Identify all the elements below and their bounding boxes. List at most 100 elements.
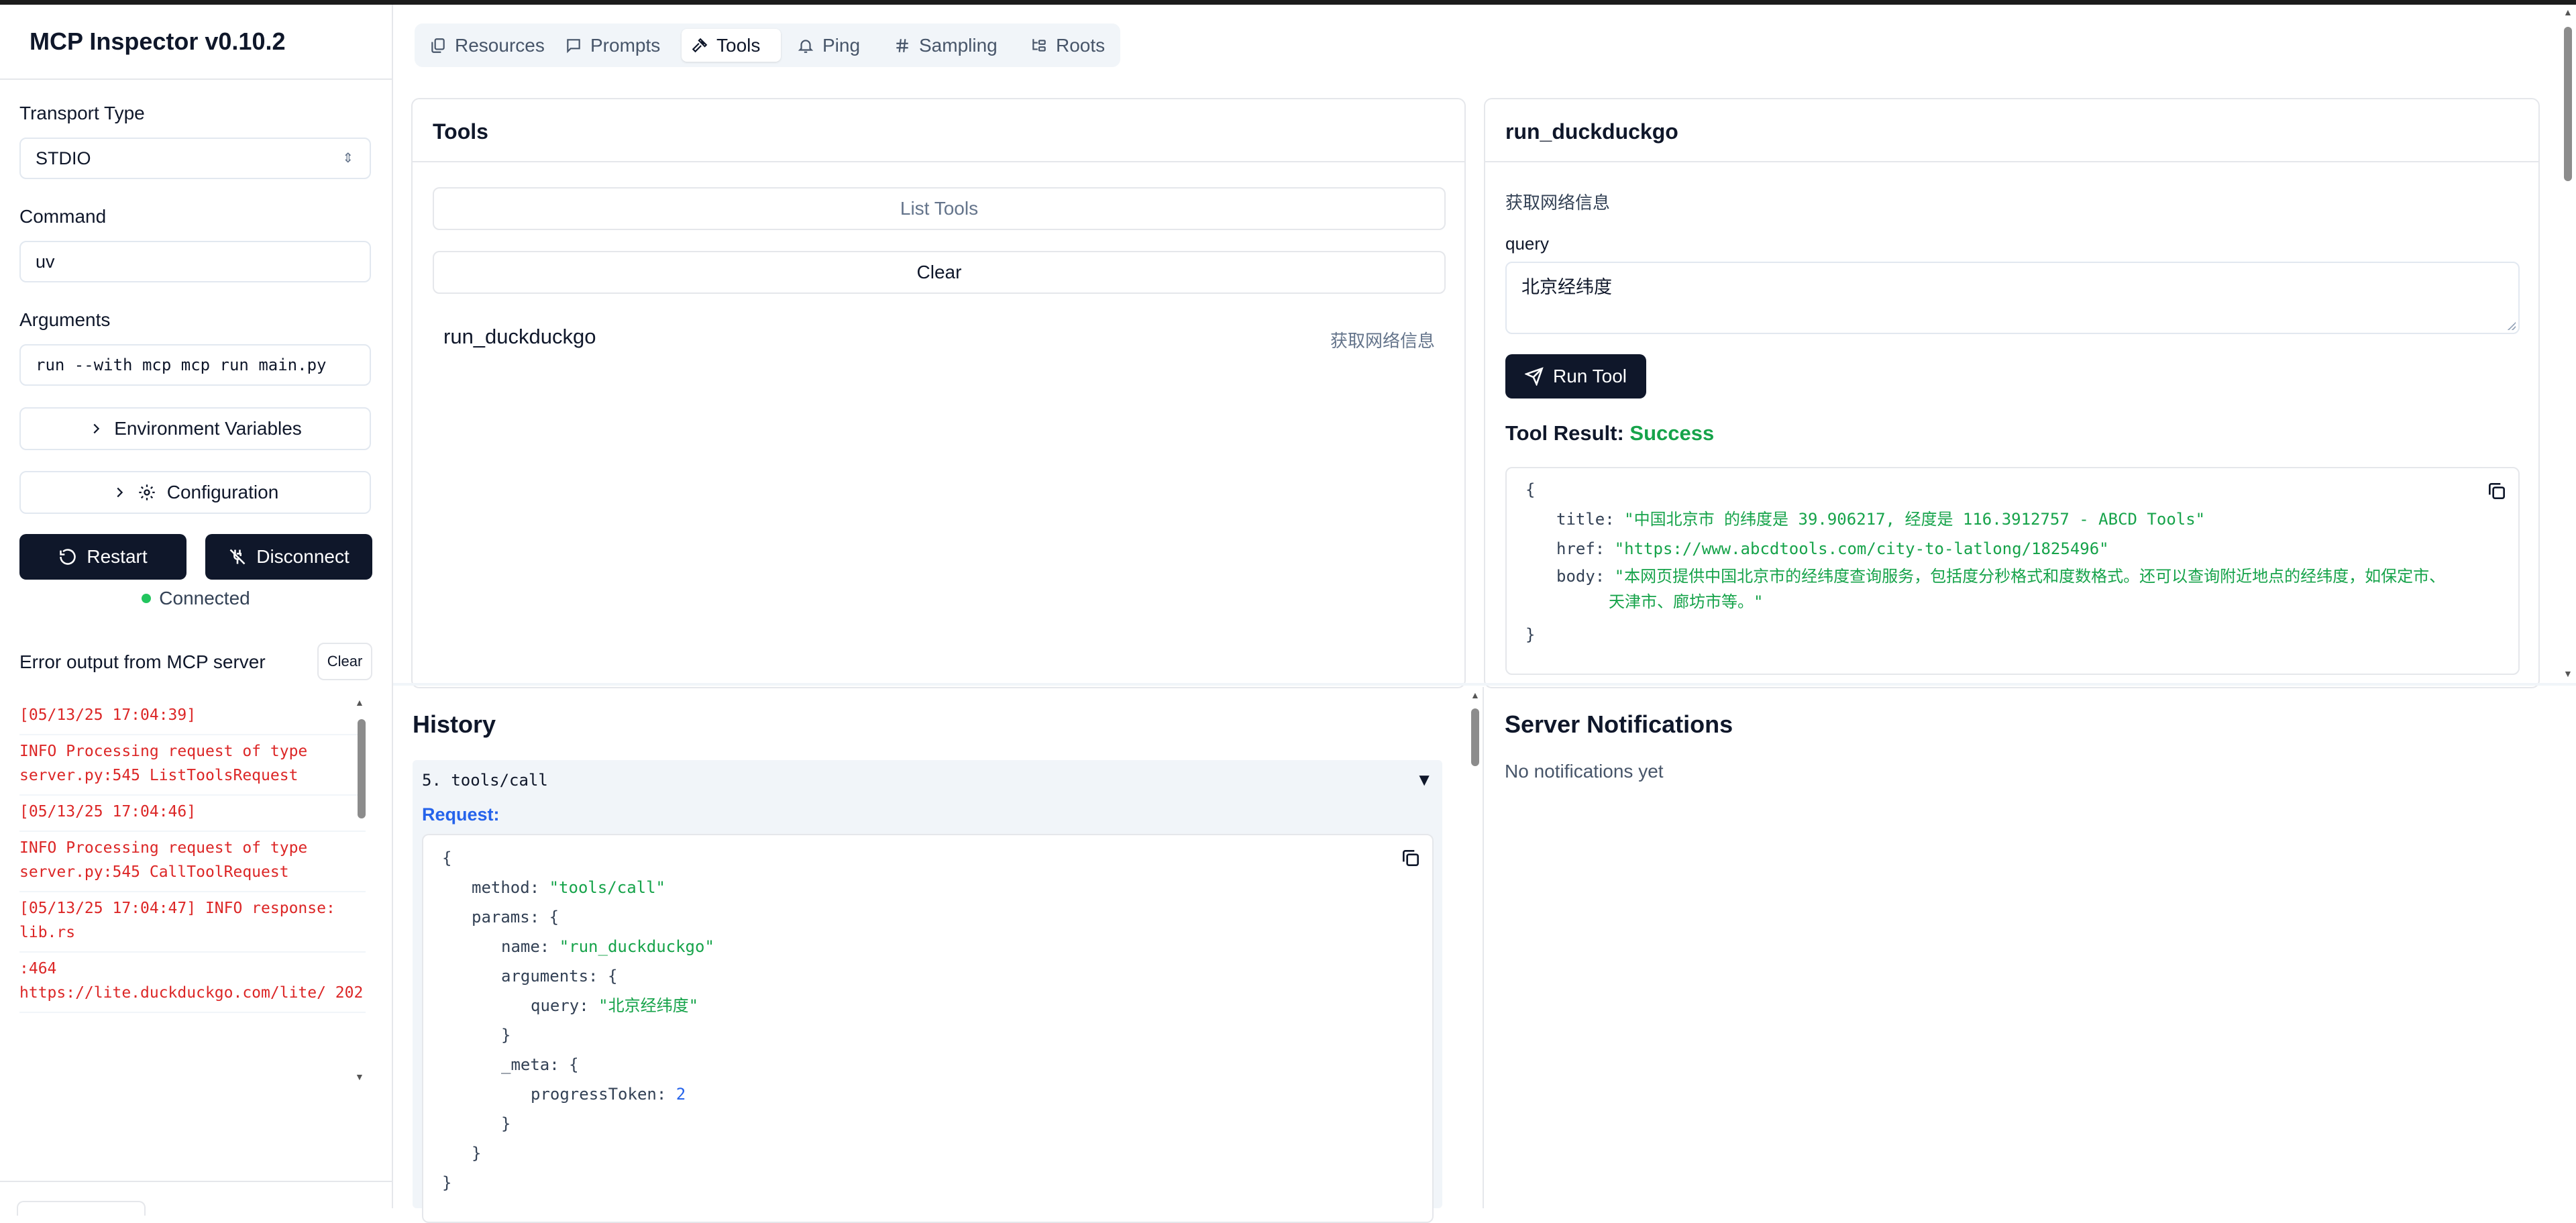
tab-sampling[interactable]: Sampling bbox=[884, 29, 1007, 62]
restart-button[interactable]: Restart bbox=[19, 534, 186, 580]
chevron-right-icon bbox=[117, 487, 123, 498]
json-string: "run_duckduckgo" bbox=[559, 937, 714, 956]
unplug-icon bbox=[229, 549, 246, 565]
environment-variables-toggle[interactable]: Environment Variables bbox=[19, 407, 371, 450]
transport-type-value: STDIO bbox=[36, 148, 91, 168]
history-entry-header[interactable]: 5. tools/call ▼ bbox=[413, 760, 1442, 800]
json-line-body-cont: 天津市、廊坊市等。" bbox=[1609, 589, 1763, 615]
json-line: progressToken: 2 bbox=[531, 1079, 686, 1109]
tab-label: Resources bbox=[455, 34, 545, 56]
history-scrollbar[interactable] bbox=[1471, 708, 1479, 766]
tool-result-heading: Tool Result: Success bbox=[1505, 421, 1714, 445]
transport-type-select[interactable]: STDIO ⇕ bbox=[19, 138, 371, 179]
app-title: MCP Inspector v0.10.2 bbox=[30, 28, 286, 55]
scroll-up-arrow-icon[interactable]: ▲ bbox=[1470, 690, 1480, 700]
panel-divider bbox=[1485, 161, 2538, 162]
json-key: body: bbox=[1556, 567, 1605, 586]
json-line-body: body: "本网页提供中国北京市的经纬度查询服务，包括度分秒格式和度数格式。还… bbox=[1556, 564, 2445, 589]
collapse-toggle-icon[interactable]: ▼ bbox=[1415, 769, 1433, 790]
tool-description: 获取网络信息 bbox=[1330, 331, 1435, 351]
json-key: arguments: bbox=[501, 967, 598, 986]
disconnect-button[interactable]: Disconnect bbox=[205, 534, 372, 580]
configuration-toggle[interactable]: Configuration bbox=[19, 471, 371, 514]
json-string: "北京经纬度" bbox=[598, 996, 699, 1015]
list-tools-button[interactable]: List Tools bbox=[433, 187, 1446, 230]
history-entry: 5. tools/call ▼ Request: { method: "tool… bbox=[413, 760, 1442, 1223]
tab-label: Roots bbox=[1056, 34, 1106, 56]
history-title: History bbox=[413, 710, 496, 738]
vertical-divider bbox=[1483, 687, 1484, 1208]
json-brace: } bbox=[472, 1144, 482, 1163]
tab-label: Prompts bbox=[590, 34, 661, 56]
clear-errors-button[interactable]: Clear bbox=[317, 643, 372, 680]
tool-name: run_duckduckgo bbox=[443, 325, 596, 348]
json-number: 2 bbox=[676, 1085, 686, 1104]
no-notifications-text: No notifications yet bbox=[1505, 761, 1664, 782]
chevron-right-icon bbox=[93, 423, 100, 434]
command-label: Command bbox=[19, 206, 107, 227]
clear-tools-button[interactable]: Clear bbox=[433, 251, 1446, 294]
json-brace: { bbox=[1525, 480, 1536, 499]
main-scrollbar[interactable] bbox=[2564, 27, 2572, 181]
query-param-input[interactable]: 北京经纬度 bbox=[1505, 262, 2520, 334]
scroll-down-arrow-icon[interactable]: ▼ bbox=[2563, 668, 2573, 679]
error-output-title: Error output from MCP server bbox=[19, 651, 266, 672]
copy-icon[interactable] bbox=[1400, 847, 1421, 869]
log-entry: :464 https://lite.duckduckgo.com/lite/ 2… bbox=[19, 953, 366, 1013]
tools-panel-title: Tools bbox=[433, 119, 488, 144]
json-key: method: bbox=[472, 878, 540, 897]
arguments-input[interactable]: run --with mcp mcp run main.py bbox=[19, 344, 371, 386]
tool-list-item[interactable]: run_duckduckgo 获取网络信息 bbox=[433, 313, 1446, 360]
gear-icon bbox=[139, 484, 155, 500]
folder-tree-icon bbox=[1032, 38, 1046, 52]
json-brace: { bbox=[569, 1055, 579, 1074]
json-line: params: { bbox=[472, 902, 559, 932]
history-entry-title: 5. tools/call bbox=[422, 771, 548, 790]
sidebar-footer-divider bbox=[0, 1181, 392, 1182]
log-entry: [05/13/25 17:04:46] bbox=[19, 796, 366, 832]
request-label: Request: bbox=[422, 804, 500, 825]
panel-resize-handle[interactable] bbox=[393, 683, 2576, 686]
resize-handle-icon[interactable] bbox=[2508, 322, 2516, 330]
copy-icon[interactable] bbox=[2486, 480, 2508, 502]
run-tool-button[interactable]: Run Tool bbox=[1505, 354, 1646, 398]
tab-resources[interactable]: Resources bbox=[420, 29, 554, 62]
scroll-down-arrow-icon[interactable]: ▼ bbox=[355, 1071, 364, 1082]
json-key: params: bbox=[472, 908, 540, 926]
connection-status-text: Connected bbox=[159, 588, 250, 608]
query-param-label: query bbox=[1505, 233, 1550, 254]
tool-detail-title: run_duckduckgo bbox=[1505, 119, 1678, 144]
sidebar-footer-control[interactable] bbox=[17, 1201, 146, 1216]
tab-prompts[interactable]: Prompts bbox=[555, 29, 669, 62]
json-key: progressToken: bbox=[531, 1085, 667, 1104]
command-input[interactable]: uv bbox=[19, 241, 371, 282]
json-brace: } bbox=[1525, 625, 1536, 644]
tool-result-label: Tool Result: bbox=[1505, 421, 1624, 445]
scroll-up-arrow-icon[interactable]: ▲ bbox=[355, 697, 364, 708]
tab-ping[interactable]: Ping bbox=[788, 29, 869, 62]
panel-divider bbox=[413, 161, 1464, 162]
tools-panel: Tools List Tools Clear run_duckduckgo 获取… bbox=[411, 98, 1466, 688]
json-string: "本网页提供中国北京市的经纬度查询服务，包括度分秒格式和度数格式。还可以查询附近… bbox=[1614, 567, 2446, 586]
tab-label: Sampling bbox=[919, 34, 998, 56]
json-brace: } bbox=[442, 1173, 452, 1192]
tool-result-output: { title: "中国北京市 的纬度是 39.906217, 经度是 116.… bbox=[1505, 467, 2520, 675]
error-log-scrollbar[interactable] bbox=[358, 719, 366, 818]
run-tool-label: Run Tool bbox=[1552, 366, 1627, 386]
request-json: { method: "tools/call" params: { name: "… bbox=[422, 834, 1434, 1223]
tab-roots[interactable]: Roots bbox=[1021, 29, 1114, 62]
log-entry: INFO Processing request of type server.p… bbox=[19, 735, 366, 796]
scroll-up-arrow-icon[interactable]: ▲ bbox=[2563, 7, 2573, 17]
status-dot-icon bbox=[142, 593, 152, 603]
json-string: "中国北京市 的纬度是 39.906217, 经度是 116.3912757 -… bbox=[1624, 510, 2206, 529]
restart-label: Restart bbox=[87, 546, 148, 567]
tab-label: Ping bbox=[822, 34, 861, 56]
message-icon bbox=[567, 38, 580, 53]
tab-tools[interactable]: Tools bbox=[682, 29, 781, 62]
json-brace: } bbox=[501, 1114, 511, 1133]
environment-variables-label: Environment Variables bbox=[114, 418, 302, 439]
window-top-border bbox=[0, 0, 2576, 5]
json-string: 天津市、廊坊市等。" bbox=[1609, 592, 1764, 611]
error-log-list: [05/13/25 17:04:39] INFO Processing requ… bbox=[19, 699, 366, 1085]
json-brace: { bbox=[607, 967, 618, 986]
